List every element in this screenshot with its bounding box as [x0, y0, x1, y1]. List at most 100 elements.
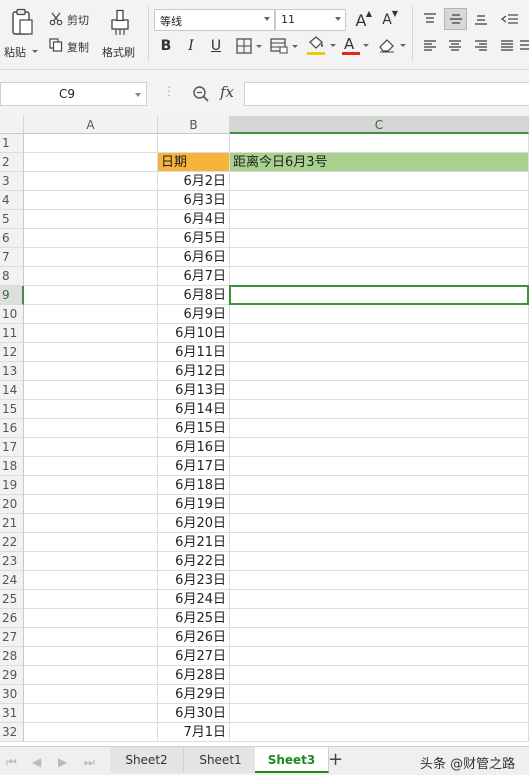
- cell-c[interactable]: [230, 381, 529, 400]
- align-right-button[interactable]: [470, 36, 492, 56]
- cell-c[interactable]: [230, 723, 529, 742]
- date-header-cell[interactable]: 日期: [158, 153, 230, 172]
- add-sheet-button[interactable]: +: [328, 749, 343, 770]
- row-header[interactable]: 18: [0, 457, 24, 476]
- row-header[interactable]: 16: [0, 419, 24, 438]
- cell-style-button[interactable]: [268, 37, 300, 55]
- cell-c[interactable]: [230, 248, 529, 267]
- italic-button[interactable]: I: [182, 36, 200, 56]
- align-center-button[interactable]: [444, 36, 466, 56]
- cell-c[interactable]: [230, 362, 529, 381]
- cell-c[interactable]: [230, 400, 529, 419]
- cell-a[interactable]: [24, 305, 158, 324]
- row-header[interactable]: 8: [0, 267, 24, 286]
- row-header[interactable]: 28: [0, 647, 24, 666]
- cell-c[interactable]: [230, 324, 529, 343]
- cell-c[interactable]: [230, 533, 529, 552]
- days-until-header-cell[interactable]: 距离今日6月3号: [230, 153, 529, 172]
- cell-b[interactable]: 6月24日: [158, 590, 230, 609]
- cell-a[interactable]: [24, 590, 158, 609]
- row-header[interactable]: 9: [0, 286, 24, 305]
- row-header[interactable]: 31: [0, 704, 24, 723]
- prev-sheet-icon[interactable]: ◀: [32, 755, 41, 769]
- shrink-font-button[interactable]: A ▼: [376, 9, 398, 31]
- cell-a[interactable]: [24, 172, 158, 191]
- cell-a[interactable]: [24, 533, 158, 552]
- sheet-tab-sheet3[interactable]: Sheet3: [255, 747, 329, 773]
- distributed-align-button[interactable]: [519, 36, 529, 56]
- cell-b[interactable]: 6月13日: [158, 381, 230, 400]
- cell-a[interactable]: [24, 343, 158, 362]
- zoom-icon[interactable]: [192, 85, 210, 103]
- cell-a[interactable]: [24, 704, 158, 723]
- cell-a[interactable]: [24, 685, 158, 704]
- cell-a[interactable]: [24, 286, 158, 305]
- align-top-button[interactable]: [419, 9, 441, 29]
- cell-c[interactable]: [230, 704, 529, 723]
- paste-dropdown-icon[interactable]: [32, 50, 38, 53]
- cell-c[interactable]: [230, 134, 529, 153]
- fx-button[interactable]: fx: [220, 83, 234, 101]
- underline-button[interactable]: U: [207, 36, 225, 56]
- row-header[interactable]: 7: [0, 248, 24, 267]
- cell-a[interactable]: [24, 419, 158, 438]
- formula-input[interactable]: [244, 82, 529, 106]
- clear-button[interactable]: [376, 36, 408, 56]
- column-header-c[interactable]: C: [230, 116, 529, 134]
- row-header[interactable]: 29: [0, 666, 24, 685]
- align-bottom-button[interactable]: [470, 9, 492, 29]
- cell-c[interactable]: [230, 191, 529, 210]
- row-header[interactable]: 20: [0, 495, 24, 514]
- cell-c[interactable]: [230, 666, 529, 685]
- font-size-select[interactable]: 11: [275, 9, 346, 31]
- cell-c[interactable]: [230, 343, 529, 362]
- paste-button[interactable]: 粘贴: [2, 4, 44, 64]
- cell-a[interactable]: [24, 210, 158, 229]
- row-header[interactable]: 14: [0, 381, 24, 400]
- cell-a[interactable]: [24, 229, 158, 248]
- format-painter-button[interactable]: 格式刷: [99, 4, 141, 64]
- cell-a[interactable]: [24, 191, 158, 210]
- row-header[interactable]: 10: [0, 305, 24, 324]
- cell-c[interactable]: [230, 495, 529, 514]
- cell-b[interactable]: 6月5日: [158, 229, 230, 248]
- cell-c[interactable]: [230, 476, 529, 495]
- cell-c[interactable]: [230, 419, 529, 438]
- cell-b[interactable]: 6月3日: [158, 191, 230, 210]
- cell-b[interactable]: 6月16日: [158, 438, 230, 457]
- cell-b[interactable]: 6月17日: [158, 457, 230, 476]
- cut-button[interactable]: 剪切: [47, 10, 97, 28]
- cell-a[interactable]: [24, 134, 158, 153]
- cell-b[interactable]: 6月19日: [158, 495, 230, 514]
- last-sheet-icon[interactable]: ⏭: [84, 755, 95, 770]
- cell-a[interactable]: [24, 647, 158, 666]
- cell-b[interactable]: 6月6日: [158, 248, 230, 267]
- cell-a[interactable]: [24, 362, 158, 381]
- cell-c[interactable]: [230, 305, 529, 324]
- column-header-a[interactable]: A: [24, 116, 158, 134]
- cell-b[interactable]: 6月29日: [158, 685, 230, 704]
- cell-c[interactable]: [230, 457, 529, 476]
- first-sheet-icon[interactable]: ⏮: [6, 755, 17, 770]
- row-header[interactable]: 11: [0, 324, 24, 343]
- cell-c[interactable]: [230, 590, 529, 609]
- align-middle-button[interactable]: [444, 8, 467, 30]
- cell-a[interactable]: [24, 609, 158, 628]
- font-name-select[interactable]: 等线: [154, 9, 275, 31]
- row-header[interactable]: 27: [0, 628, 24, 647]
- cell-a[interactable]: [24, 400, 158, 419]
- cell-c[interactable]: [230, 267, 529, 286]
- cell-b[interactable]: 6月21日: [158, 533, 230, 552]
- cell-c[interactable]: [230, 647, 529, 666]
- cell-b[interactable]: 6月11日: [158, 343, 230, 362]
- cell-c[interactable]: [230, 286, 529, 305]
- cell-b[interactable]: 6月30日: [158, 704, 230, 723]
- row-header[interactable]: 6: [0, 229, 24, 248]
- row-header[interactable]: 4: [0, 191, 24, 210]
- cell-b[interactable]: 7月1日: [158, 723, 230, 742]
- next-sheet-icon[interactable]: ▶: [58, 755, 67, 769]
- select-all-corner[interactable]: [0, 116, 24, 134]
- align-left-button[interactable]: [419, 36, 441, 56]
- copy-button[interactable]: 复制: [47, 37, 97, 55]
- cell-b[interactable]: [158, 134, 230, 153]
